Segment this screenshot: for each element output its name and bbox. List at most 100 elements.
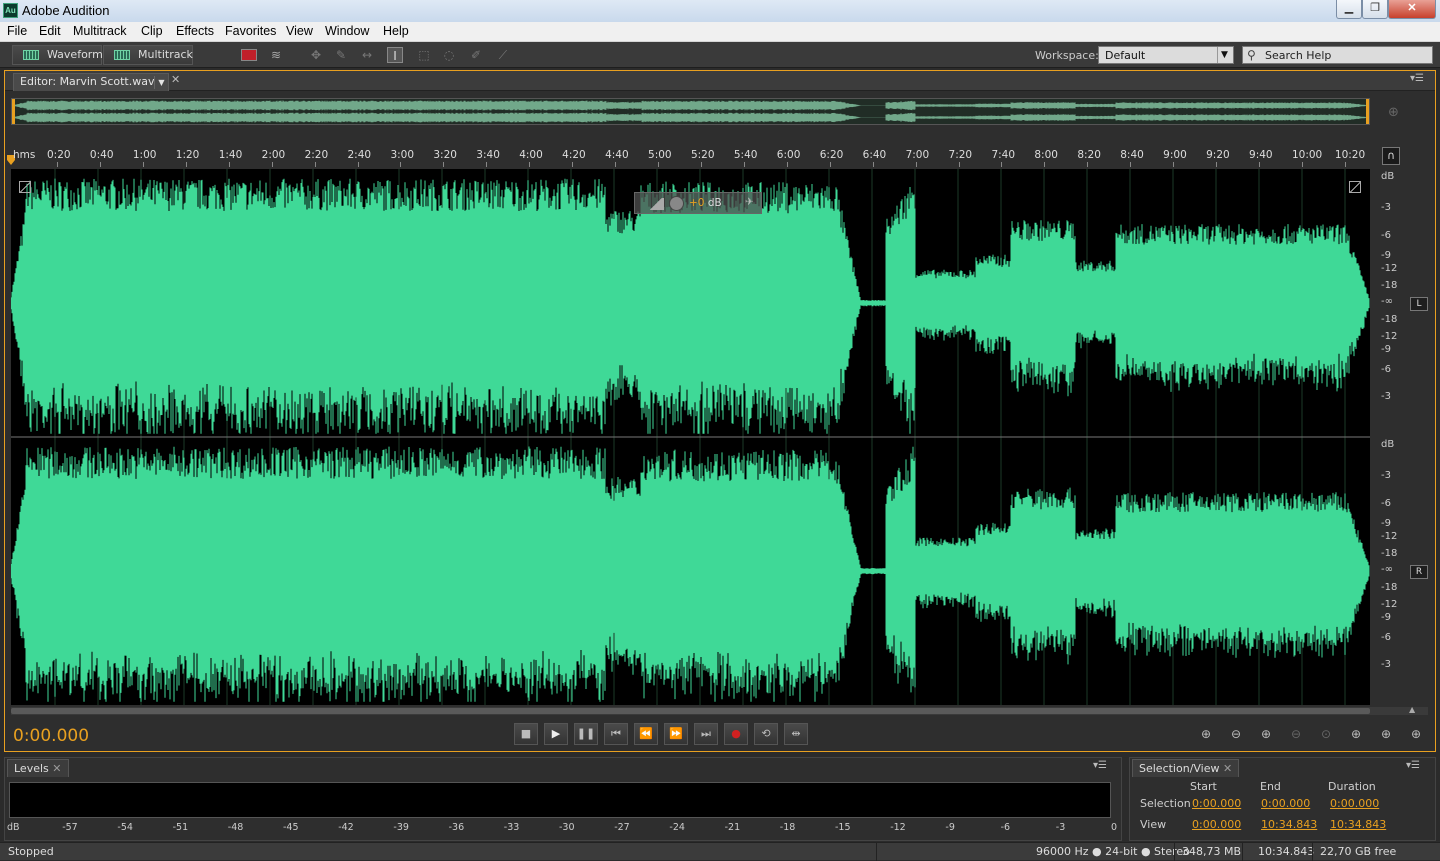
- maximize-button[interactable]: ❐: [1362, 0, 1388, 19]
- menu-favorites[interactable]: Favorites: [225, 24, 276, 38]
- ruler-tick-mark: [572, 162, 574, 167]
- zoom-out-full-icon[interactable]: ⊙: [1315, 727, 1337, 745]
- lasso-tool-icon[interactable]: ◌: [441, 47, 457, 63]
- close-tab-icon[interactable]: ✕: [171, 73, 180, 86]
- db-tick: -6: [1381, 364, 1391, 375]
- scroll-up-icon[interactable]: ▲: [1409, 705, 1415, 714]
- ruler-tick-mark: [1130, 162, 1132, 167]
- ruler-tick: 0:40: [89, 149, 114, 161]
- stop-button[interactable]: ■: [514, 723, 538, 745]
- overview-view-range[interactable]: [12, 99, 1369, 124]
- volume-hud[interactable]: +0 dB ✈: [634, 192, 762, 214]
- razor-tool-icon[interactable]: ✎: [333, 47, 349, 63]
- spectral-pitch-icon[interactable]: ≋: [268, 47, 284, 63]
- overview-bar[interactable]: [11, 98, 1370, 125]
- zoom-in-amplitude-icon[interactable]: ⊕: [1195, 727, 1217, 745]
- panel-menu-icon[interactable]: ▾☰: [1410, 73, 1424, 84]
- ruler-tick-mark: [1044, 162, 1046, 167]
- menu-edit[interactable]: Edit: [39, 24, 61, 38]
- row-view-label: View: [1140, 818, 1167, 831]
- rewind-button[interactable]: ⏪: [634, 723, 658, 745]
- editor-tab[interactable]: Editor: Marvin Scott.wav ▼: [13, 73, 169, 91]
- minimize-button[interactable]: ▁: [1336, 0, 1362, 19]
- marquee-tool-icon[interactable]: ⬚: [416, 47, 432, 63]
- spot-healing-tool-icon[interactable]: ⟋: [495, 47, 511, 63]
- menu-help[interactable]: Help: [383, 24, 409, 38]
- ruler-tick: 5:00: [648, 149, 672, 161]
- menu-file[interactable]: File: [7, 24, 27, 38]
- close-button[interactable]: ✕: [1388, 0, 1436, 19]
- volume-knob[interactable]: [669, 196, 684, 211]
- menu-view[interactable]: View: [286, 24, 313, 38]
- skip-selection-button[interactable]: ⇹: [784, 723, 808, 745]
- view-end[interactable]: 10:34.843: [1261, 818, 1317, 831]
- pin-icon[interactable]: ✈: [745, 196, 754, 208]
- move-tool-icon[interactable]: ✥: [308, 47, 324, 63]
- level-tick: -48: [227, 822, 244, 833]
- view-duration[interactable]: 10:34.843: [1330, 818, 1386, 831]
- level-tick: -57: [62, 822, 78, 833]
- ruler-tick: 0:20: [47, 149, 71, 161]
- waveform-display[interactable]: +0 dB ✈: [11, 169, 1370, 705]
- selection-end[interactable]: 0:00.000: [1261, 797, 1310, 810]
- workspace-select[interactable]: Default ▼: [1098, 46, 1234, 64]
- status-divider: [1242, 843, 1243, 861]
- panel-menu-icon[interactable]: ▾☰: [1406, 760, 1420, 771]
- disk-free: 22,70 GB free: [1320, 845, 1397, 858]
- level-tick: -51: [172, 822, 189, 833]
- zoom-in-time-icon[interactable]: ⊕: [1255, 727, 1277, 745]
- current-time-display[interactable]: 0:00.000: [13, 726, 89, 746]
- headphones-icon[interactable]: ∩: [1382, 147, 1400, 165]
- fade-out-handle-icon[interactable]: [1349, 181, 1361, 193]
- play-button[interactable]: ▶: [544, 723, 568, 745]
- go-to-start-button[interactable]: ⏮: [604, 723, 628, 745]
- ruler-tick: 3:20: [433, 149, 457, 161]
- close-tab-icon[interactable]: ✕: [52, 762, 61, 775]
- row-selection-label: Selection: [1140, 797, 1191, 810]
- pause-button[interactable]: ❚❚: [574, 723, 598, 745]
- channel-right-toggle[interactable]: R: [1410, 565, 1428, 579]
- fast-forward-button[interactable]: ⏩: [664, 723, 688, 745]
- horizontal-scrollbar[interactable]: [11, 707, 1428, 715]
- menu-effects[interactable]: Effects: [176, 24, 214, 38]
- chevron-down-icon[interactable]: ▼: [154, 76, 168, 89]
- menu-window[interactable]: Window: [325, 24, 369, 38]
- time-selection-tool-icon[interactable]: I: [387, 47, 403, 63]
- editor-panel: Editor: Marvin Scott.wav ▼ ✕ ▾☰ ⊕ hms 0:…: [4, 70, 1436, 752]
- loop-playback-button[interactable]: ⟲: [754, 723, 778, 745]
- search-help-input[interactable]: ⚲ Search Help: [1242, 46, 1433, 64]
- paintbrush-tool-icon[interactable]: ✐: [468, 47, 484, 63]
- zoom-in-point-icon[interactable]: ⊕: [1345, 727, 1367, 745]
- zoom-to-fit-icon[interactable]: ⊕: [1405, 727, 1427, 745]
- go-to-end-button[interactable]: ⏭: [694, 723, 718, 745]
- fade-in-handle-icon[interactable]: [19, 181, 31, 193]
- level-tick: -45: [283, 822, 299, 833]
- close-tab-icon[interactable]: ✕: [1223, 762, 1232, 775]
- level-tick: -27: [614, 822, 630, 833]
- waveform-view-button[interactable]: Waveform: [12, 45, 103, 65]
- spectral-frequency-icon[interactable]: [241, 49, 257, 61]
- slip-tool-icon[interactable]: ↔: [359, 47, 375, 63]
- menu-multitrack[interactable]: Multitrack: [73, 24, 126, 38]
- record-button[interactable]: ●: [724, 723, 748, 745]
- selection-start[interactable]: 0:00.000: [1192, 797, 1241, 810]
- zoom-overview-icon[interactable]: ⊕: [1388, 105, 1399, 120]
- file-duration: 10:34.843: [1258, 845, 1315, 858]
- panel-menu-icon[interactable]: ▾☰: [1093, 760, 1107, 771]
- db-tick: -9: [1381, 518, 1391, 529]
- level-tick: -30: [559, 822, 575, 833]
- ruler-tick-mark: [786, 162, 788, 167]
- view-start[interactable]: 0:00.000: [1192, 818, 1241, 831]
- zoom-out-amplitude-icon[interactable]: ⊖: [1225, 727, 1247, 745]
- ruler-tick-mark: [1301, 162, 1303, 167]
- menu-clip[interactable]: Clip: [141, 24, 163, 38]
- selection-view-tab[interactable]: Selection/View ✕: [1132, 759, 1240, 777]
- levels-tab[interactable]: Levels ✕: [7, 759, 69, 777]
- zoom-selection-icon[interactable]: ⊕: [1375, 727, 1397, 745]
- channel-left-toggle[interactable]: L: [1410, 297, 1428, 311]
- time-ruler[interactable]: hms 0:20 0:40 1:00 1:20 1:40 2:00 2:20 2:40 3:00…: [11, 149, 1370, 167]
- scrollbar-thumb[interactable]: [11, 708, 1370, 714]
- selection-duration[interactable]: 0:00.000: [1330, 797, 1379, 810]
- zoom-out-time-icon[interactable]: ⊖: [1285, 727, 1307, 745]
- multitrack-view-button[interactable]: Multitrack: [103, 45, 193, 65]
